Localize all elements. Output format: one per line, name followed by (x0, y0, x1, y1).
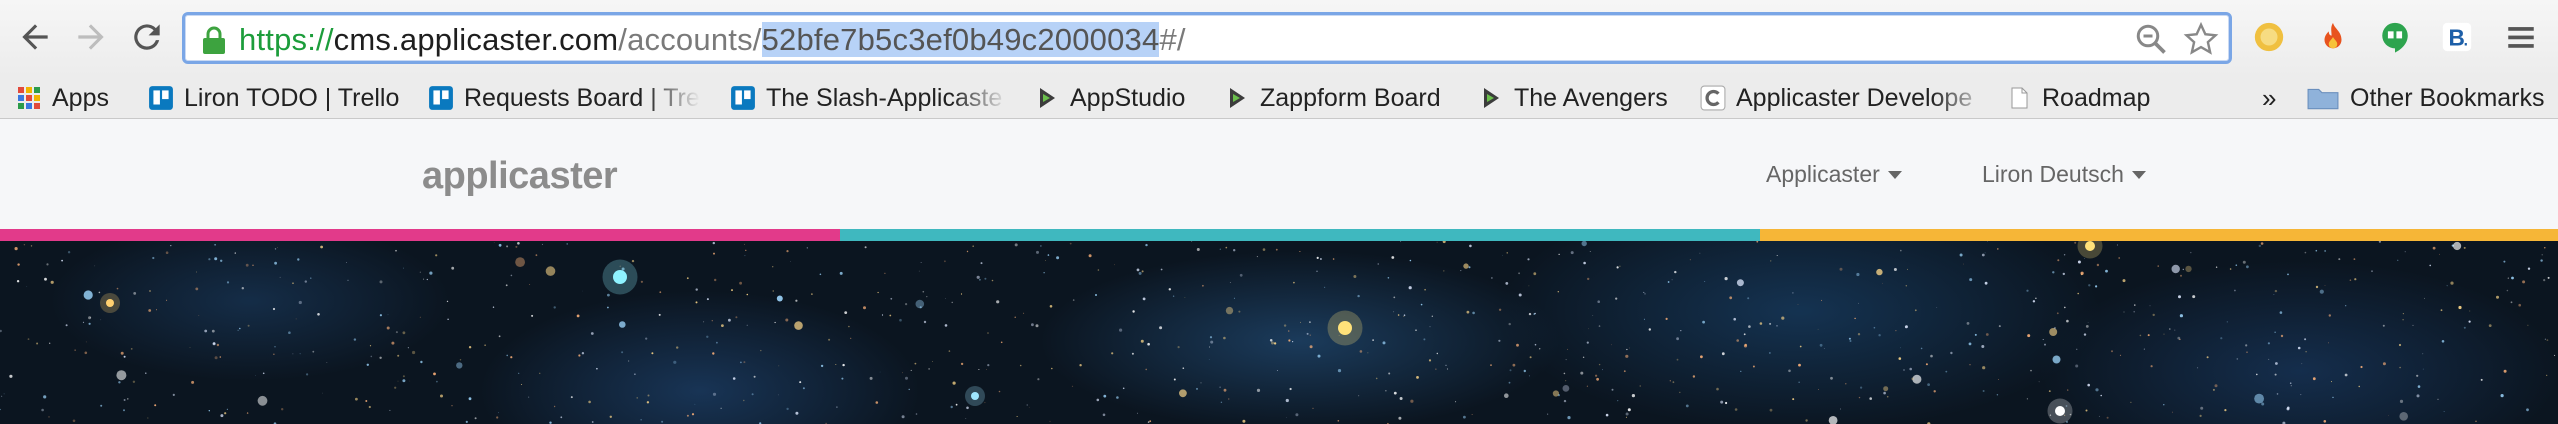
bookmark-zappform-board[interactable]: Zappform Board (1224, 80, 1441, 116)
bookmark-label: Liron TODO | Trello (184, 83, 400, 112)
extension-coin-icon[interactable] (2248, 16, 2290, 58)
trello-icon (428, 85, 454, 111)
bookmark-label: AppStudio (1070, 83, 1186, 112)
hero-starfield-background (0, 241, 2558, 424)
bookmark-applicaster-developer[interactable]: Applicaster Develope (1700, 80, 1990, 116)
bookmarks-bar: Apps Liron TODO | Trello Requests Board … (0, 78, 2558, 119)
bookmark-label: Apps (52, 83, 109, 112)
bookmark-label: The Slash-Applicaste (766, 83, 1003, 112)
chrome-menu-button[interactable] (2500, 16, 2542, 58)
bookmark-label: The Avengers (1514, 83, 1668, 112)
trello-icon (148, 85, 174, 111)
url-scheme: https:// (239, 22, 334, 57)
chevron-double-right-icon: » (2262, 82, 2277, 113)
extension-flame-icon[interactable] (2312, 16, 2354, 58)
zapp-icon (1034, 85, 1060, 111)
site-header: applicaster Applicaster Liron Deutsch (0, 119, 2558, 229)
bookmark-label: Roadmap (2042, 83, 2151, 112)
account-menu-label: Applicaster (1766, 161, 1880, 187)
stripe-pink (0, 229, 840, 241)
url-path: /accounts/ (618, 22, 762, 57)
extension-b-icon[interactable]: B. (2436, 16, 2478, 58)
zoom-icon[interactable] (2133, 21, 2169, 57)
folder-icon (2306, 85, 2340, 111)
account-menu-dropdown[interactable]: Applicaster (1766, 161, 1902, 188)
applicaster-icon (1700, 85, 1726, 111)
address-bar[interactable]: https://cms.applicaster.com/accounts/52b… (182, 12, 2232, 64)
bookmark-roadmap[interactable]: Roadmap (2006, 80, 2150, 116)
zapp-icon (1478, 85, 1504, 111)
arrow-right-icon (78, 24, 104, 50)
forward-button[interactable] (68, 14, 114, 60)
star-icon[interactable] (2183, 21, 2219, 57)
bookmark-slash-applicaster[interactable]: The Slash-Applicaste (730, 80, 1008, 116)
bookmark-label: Zappform Board (1260, 83, 1441, 112)
bookmark-label: Applicaster Develope (1736, 83, 1973, 112)
caret-down-icon (2131, 170, 2146, 179)
hamburger-icon (2508, 27, 2534, 48)
url-host: cms.applicaster.com (333, 22, 619, 57)
trello-icon (730, 85, 756, 111)
stripe-teal (840, 229, 1760, 241)
user-menu-label: Liron Deutsch (1982, 161, 2124, 187)
other-bookmarks-label: Other Bookmarks (2350, 83, 2545, 112)
user-menu-dropdown[interactable]: Liron Deutsch (1982, 161, 2146, 188)
reload-icon (134, 24, 160, 50)
apps-grid-icon (16, 85, 42, 111)
bookmark-the-avengers[interactable]: The Avengers (1478, 80, 1668, 116)
extension-hangouts-icon[interactable] (2374, 16, 2416, 58)
bookmark-requests-board[interactable]: Requests Board | Tre (428, 80, 700, 116)
url-selected-text: 52bfe7b5c3ef0b49c2000034 (761, 22, 1160, 57)
bookmarks-overflow-button[interactable]: » (2262, 80, 2276, 116)
zapp-icon (1224, 85, 1250, 111)
lock-icon (203, 26, 225, 54)
stripe-yellow (1760, 229, 2558, 241)
bookmark-liron-todo[interactable]: Liron TODO | Trello (148, 80, 399, 116)
starfield-image (0, 241, 2556, 424)
url-text: https://cms.applicaster.com/accounts/52b… (239, 21, 1186, 59)
caret-down-icon (1887, 170, 1902, 179)
browser-toolbar: https://cms.applicaster.com/accounts/52b… (0, 0, 2558, 78)
applicaster-logo[interactable]: applicaster (422, 155, 618, 198)
bookmark-appstudio[interactable]: AppStudio (1034, 80, 1185, 116)
other-bookmarks-folder[interactable]: Other Bookmarks (2306, 80, 2545, 116)
svg-text:.: . (2463, 25, 2469, 51)
bookmark-label: Requests Board | Tre (464, 83, 700, 112)
back-button[interactable] (12, 14, 58, 60)
arrow-left-icon (22, 24, 48, 50)
page-icon (2006, 85, 2032, 111)
url-suffix: #/ (1159, 22, 1186, 57)
bookmark-apps[interactable]: Apps (16, 80, 109, 116)
reload-button[interactable] (124, 14, 170, 60)
